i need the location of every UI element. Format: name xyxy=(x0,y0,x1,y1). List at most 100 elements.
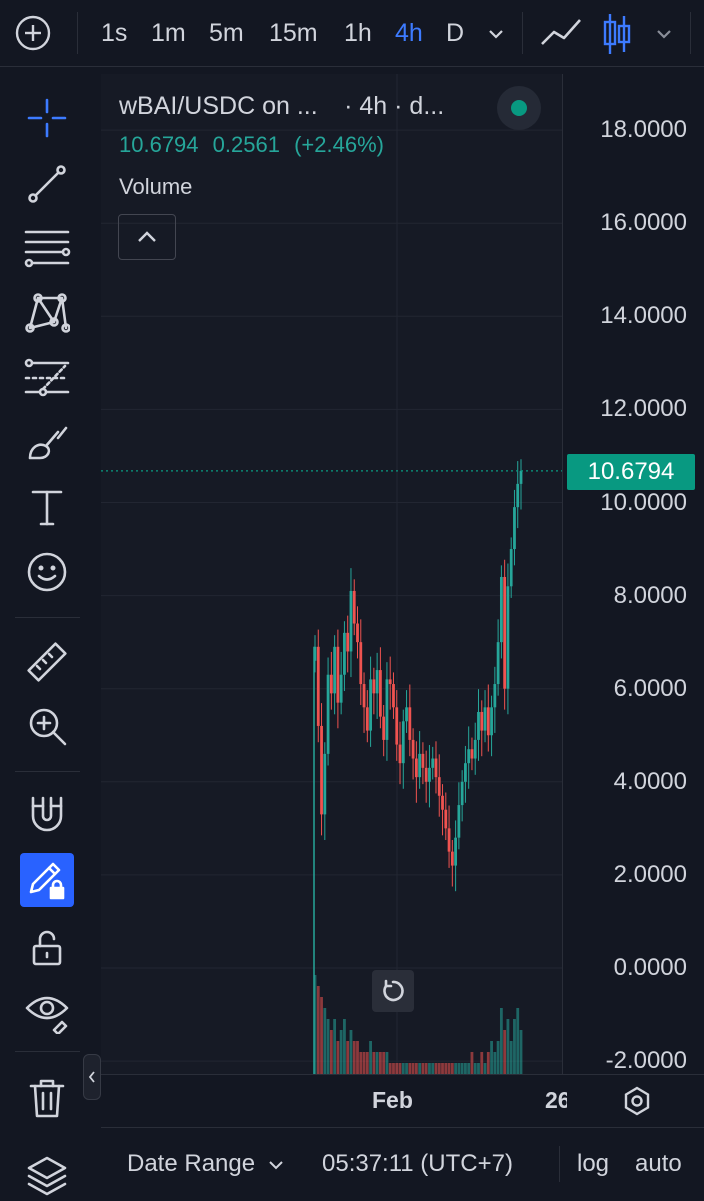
text-tool[interactable] xyxy=(22,483,72,533)
brush-icon xyxy=(28,426,68,460)
volume-bar xyxy=(329,1030,333,1074)
candle-body xyxy=(392,684,395,708)
volume-bar xyxy=(405,1063,408,1074)
volume-bar xyxy=(369,1041,372,1074)
chart-type-dropdown[interactable] xyxy=(654,24,674,44)
line-chart-type-button[interactable] xyxy=(540,16,582,50)
candle-body xyxy=(431,758,435,768)
interval-d[interactable]: D xyxy=(446,16,464,50)
volume-bar xyxy=(470,1052,474,1074)
chart-settings-button[interactable] xyxy=(619,1083,655,1119)
chevron-down-icon xyxy=(489,30,503,39)
candle-body xyxy=(362,684,366,708)
volume-bar xyxy=(441,1063,444,1074)
collapse-legend-button[interactable] xyxy=(118,214,176,260)
candle-body xyxy=(333,646,337,694)
candle-body xyxy=(385,679,389,740)
candle-body xyxy=(477,711,480,740)
volume-bar xyxy=(378,1052,382,1074)
volume-bar xyxy=(493,1052,497,1074)
trend-line-tool[interactable] xyxy=(22,159,72,209)
lock-drawing-button[interactable] xyxy=(20,853,74,907)
candle-body xyxy=(316,646,320,726)
candle-body xyxy=(339,674,343,703)
line-chart-icon xyxy=(541,19,581,45)
horizontal-lines-tool[interactable] xyxy=(22,223,72,273)
candle-body xyxy=(437,777,441,796)
volume-indicator-label[interactable]: Volume xyxy=(119,174,192,200)
candle-body xyxy=(499,576,503,643)
trash-icon xyxy=(29,1079,65,1118)
interval-1h[interactable]: 1h xyxy=(344,16,372,50)
crosshair-tool[interactable] xyxy=(22,93,72,143)
time-label-feb: Feb xyxy=(372,1087,413,1113)
magnet-tool[interactable] xyxy=(22,789,72,839)
pattern-tool[interactable] xyxy=(22,287,72,337)
remove-drawings-tool[interactable] xyxy=(22,1073,72,1123)
candle-body xyxy=(388,679,392,685)
unlock-tool[interactable] xyxy=(22,923,72,973)
toolbar-collapse-handle[interactable] xyxy=(83,1054,101,1100)
last-price: 10.6794 xyxy=(119,132,199,157)
interval-1s[interactable]: 1s xyxy=(101,16,127,50)
candle-body xyxy=(506,586,510,689)
candle-body xyxy=(382,716,386,740)
clock-timezone[interactable]: 05:37:11 (UTC+7) xyxy=(322,1150,513,1178)
volume-bar xyxy=(414,1063,418,1074)
candlestick-icon xyxy=(603,14,631,54)
reset-icon xyxy=(383,979,404,1002)
layers-icon xyxy=(27,1156,67,1196)
object-tree-tool[interactable] xyxy=(22,1149,72,1199)
candle-body xyxy=(326,674,330,754)
interval-15m[interactable]: 15m xyxy=(269,16,318,50)
time-axis[interactable]: Feb 26 xyxy=(101,1074,704,1127)
volume-bar xyxy=(346,1041,350,1074)
auto-scale-toggle[interactable]: auto xyxy=(635,1150,682,1178)
candle-body xyxy=(447,828,451,852)
interval-dropdown[interactable] xyxy=(486,24,506,44)
interval-4h[interactable]: 4h xyxy=(395,16,423,50)
zoom-in-tool[interactable] xyxy=(22,701,72,751)
volume-bar xyxy=(336,1041,340,1074)
volume-bar xyxy=(401,1063,405,1074)
interval-1m[interactable]: 1m xyxy=(151,16,186,50)
fib-retracement-tool[interactable] xyxy=(22,353,72,403)
emoji-icon xyxy=(27,552,67,592)
candle-body xyxy=(424,767,428,782)
candle-body xyxy=(356,623,359,643)
candle-body xyxy=(496,642,500,685)
candle-body xyxy=(365,707,369,731)
candles-chart-type-button[interactable] xyxy=(602,12,632,56)
volume-bar xyxy=(477,1063,480,1074)
interval-5m[interactable]: 5m xyxy=(209,16,244,50)
volume-bar xyxy=(509,1041,513,1074)
volume-bar xyxy=(395,1063,399,1074)
market-status-badge[interactable] xyxy=(497,86,541,130)
add-symbol-button[interactable] xyxy=(14,14,52,52)
visibility-tool[interactable] xyxy=(22,987,72,1037)
ruler-tool[interactable] xyxy=(22,637,72,687)
price-tick-label: -2.0000 xyxy=(605,1047,687,1075)
date-range-label: Date Range xyxy=(127,1150,256,1177)
emoji-tool[interactable] xyxy=(22,547,72,597)
candle-body xyxy=(343,632,346,675)
volume-bar xyxy=(434,1063,438,1074)
price-scale[interactable]: 18.0000 16.0000 14.0000 12.0000 10.0000 8.000… xyxy=(562,74,704,1074)
volume-bar xyxy=(460,1063,464,1074)
reset-chart-button[interactable] xyxy=(372,970,414,1012)
symbol-name: wBAI/USDC on ... xyxy=(119,92,318,120)
volume-bar xyxy=(388,1063,392,1074)
symbol-legend[interactable]: wBAI/USDC on ... · 4h · d... xyxy=(119,92,444,122)
volume-bar xyxy=(516,1008,520,1074)
brush-tool[interactable] xyxy=(22,417,72,467)
current-price-label: 10.6794 xyxy=(567,454,695,490)
volume-bar xyxy=(323,1008,327,1074)
volume-bar xyxy=(411,1063,415,1074)
volume-bar xyxy=(343,1019,346,1074)
log-scale-toggle[interactable]: log xyxy=(577,1150,609,1178)
volume-bar xyxy=(499,1008,503,1074)
crosshair-icon xyxy=(27,98,67,138)
date-range-button[interactable]: Date Range xyxy=(127,1150,284,1178)
symbol-interval: · 4h · d... xyxy=(344,92,445,120)
volume-bar xyxy=(359,1052,363,1074)
